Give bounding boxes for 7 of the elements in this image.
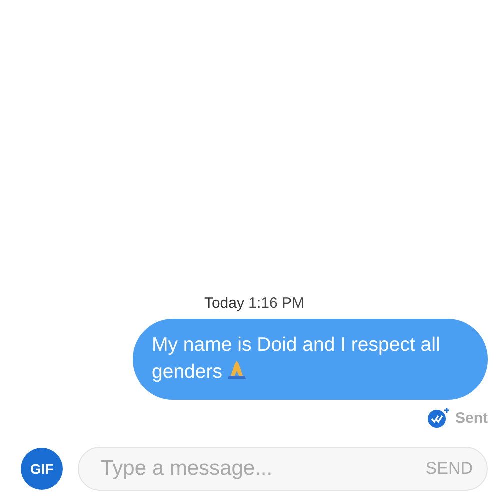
send-button[interactable]: SEND [426,459,473,479]
message-bubble: My name is Doid and I respect all genders [133,319,488,400]
message-input[interactable]: Type a message... SEND [78,447,488,491]
sent-status: Sent [455,410,488,426]
gif-button[interactable]: GIF [21,448,63,490]
read-check-icon [427,407,452,429]
timestamp: Today 1:16 PM [204,295,305,312]
